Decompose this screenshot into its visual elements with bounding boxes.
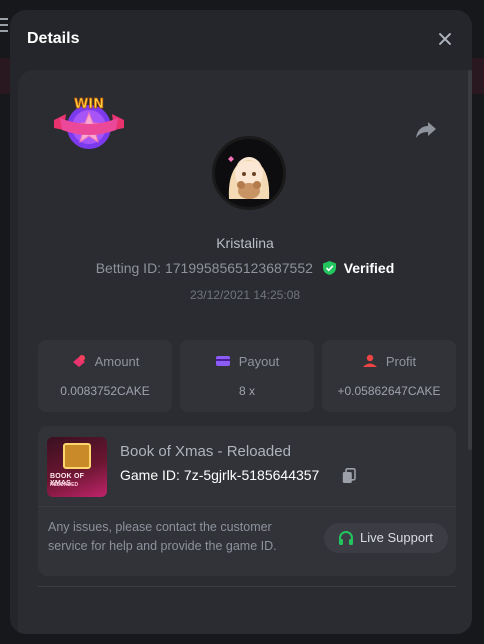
thumb-subtitle: RELOADED	[50, 482, 79, 488]
copy-icon[interactable]	[342, 468, 356, 484]
profit-user-icon	[362, 354, 377, 367]
live-support-button[interactable]: Live Support	[324, 523, 448, 553]
game-card: BOOK OF XMAS RELOADED Book of Xmas - Rel…	[38, 426, 456, 576]
menu-icon	[0, 18, 8, 32]
verified-shield-icon	[322, 261, 336, 275]
username: Kristalina	[216, 235, 274, 251]
scrollbar[interactable]	[468, 70, 472, 450]
card-divider	[38, 506, 456, 507]
book-icon	[63, 443, 91, 469]
win-badge-text: WIN	[74, 97, 104, 112]
amount-value: 0.0083752CAKE	[60, 384, 150, 398]
betting-id-row: Betting ID: 1719958565123687552 Verified	[18, 260, 472, 276]
game-id-label: Game ID:	[120, 467, 180, 483]
bottom-divider	[38, 586, 456, 587]
avatar	[212, 136, 286, 210]
amount-label: Amount	[94, 354, 140, 369]
profit-card: Profit +0.05862647CAKE	[322, 340, 456, 412]
amount-card: Amount 0.0083752CAKE	[38, 340, 172, 412]
game-thumbnail[interactable]: BOOK OF XMAS RELOADED	[47, 437, 107, 497]
close-icon[interactable]	[436, 30, 454, 48]
bet-datetime: 23/12/2021 14:25:08	[189, 288, 301, 302]
betting-id-label: Betting ID:	[95, 260, 162, 276]
card-icon	[215, 356, 230, 366]
game-id-value: 7z-5gjrlk-5185644357	[183, 467, 320, 483]
profit-label: Profit	[385, 354, 417, 369]
payout-value: 8 x	[238, 384, 255, 398]
game-title[interactable]: Book of Xmas - Reloaded	[120, 443, 291, 460]
chips-icon	[72, 355, 85, 367]
modal-header: Details	[10, 10, 472, 68]
details-modal: Details WIN Kristalina Betting ID: 17199…	[10, 10, 472, 634]
headset-icon	[339, 531, 353, 545]
share-icon[interactable]	[414, 118, 438, 142]
win-badge-icon: WIN	[52, 94, 126, 156]
profit-value: +0.05862647CAKE	[337, 384, 441, 398]
payout-card: Payout 8 x	[180, 340, 314, 412]
modal-title: Details	[27, 30, 80, 47]
details-panel: WIN Kristalina Betting ID: 1719958565123…	[18, 70, 472, 634]
support-text: Any issues, please contact the customer …	[48, 520, 277, 553]
betting-id-value: 1719958565123687552	[164, 260, 313, 276]
live-support-label: Live Support	[360, 530, 433, 545]
verified-label: Verified	[343, 260, 395, 276]
game-id-row: Game ID: 7z-5gjrlk-5185644357	[120, 467, 319, 483]
payout-label: Payout	[238, 354, 280, 369]
